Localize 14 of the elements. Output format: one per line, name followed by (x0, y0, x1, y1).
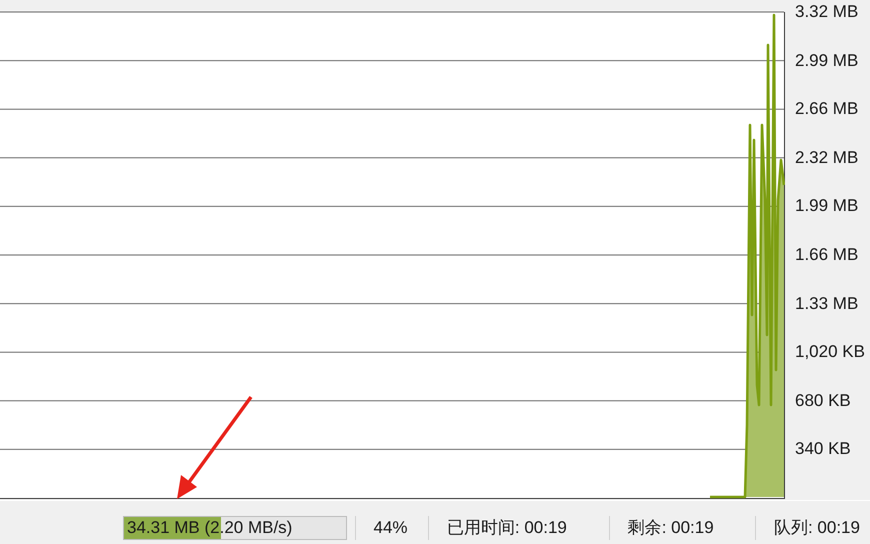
axis-label: 680 KB (795, 390, 852, 412)
percent-text: 44% (372, 518, 409, 538)
elapsed-time: 已用时间: 00:19 (446, 517, 568, 539)
axis-label: 1.99 MB (795, 195, 860, 218)
axis-label: 1.66 MB (795, 244, 860, 266)
axis-label: 3.32 MB (795, 1, 860, 23)
remaining-time: 剩余: 00:19 (626, 517, 715, 539)
axis-label: 1,020 KB (795, 341, 865, 364)
axis-label: 2.99 MB (795, 50, 860, 72)
axis-label: 2.66 MB (795, 98, 860, 120)
axis-label: 1.33 MB (795, 292, 860, 315)
axis-label: 2.32 MB (795, 146, 860, 169)
axis-label: 340 KB (795, 438, 852, 460)
queue-time: 队列: 00:19 (772, 517, 861, 539)
